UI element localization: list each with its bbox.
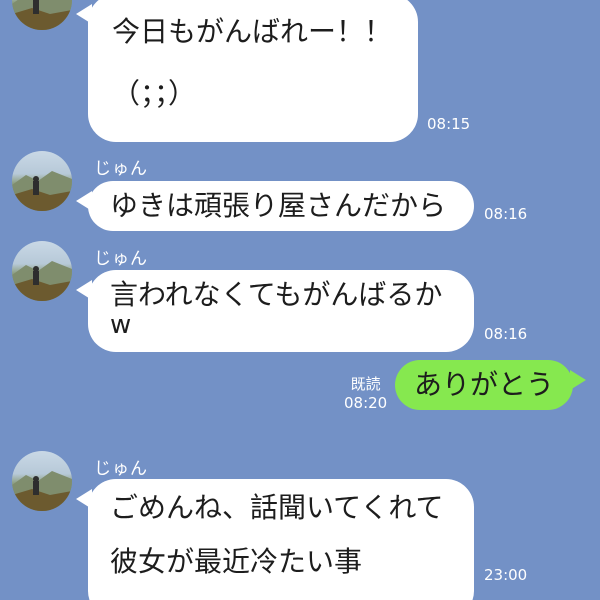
message-line: （；；） [112,77,197,110]
message-bubble[interactable]: ありがとう [395,360,573,410]
message-timestamp: 08:16 [484,325,528,343]
message-timestamp: 23:00 [484,566,528,584]
avatar[interactable] [12,151,72,211]
avatar[interactable] [12,241,72,301]
message-timestamp: 08:15 [427,115,471,133]
message-line: w [110,310,132,340]
read-status: 既読 [350,375,381,393]
sender-name: じゅん [94,249,148,269]
sender-name: じゅん [94,159,148,179]
chat-thread[interactable]: 今日もがんばれー！！ （；；） 08:15 じゅん ゆきは頑張り屋さんだから 0… [0,0,600,600]
sender-name: じゅん [94,459,148,479]
avatar[interactable] [12,451,72,511]
message-timestamp: 08:20 [344,394,388,412]
message-bubble[interactable]: 今日もがんばれー！！ （；；） [88,0,418,142]
message-timestamp: 08:16 [484,205,528,223]
read-receipt: 既読 08:20 [344,375,387,413]
message-line: ごめんね、話聞いてくれて [110,491,444,524]
message-bubble[interactable]: ごめんね、話聞いてくれて 彼女が最近冷たい事 [88,479,474,600]
message-line: 彼女が最近冷たい事 [110,545,363,578]
avatar[interactable] [12,0,72,30]
message-line: ありがとう [413,368,554,401]
message-bubble[interactable]: ゆきは頑張り屋さんだから [88,181,474,231]
message-bubble[interactable]: 言われなくてもがんばるか w [88,270,474,352]
message-line: ゆきは頑張り屋さんだから [110,189,447,222]
message-line: 今日もがんばれー！！ [112,15,393,48]
message-line: 言われなくてもがんばるか [110,278,443,311]
